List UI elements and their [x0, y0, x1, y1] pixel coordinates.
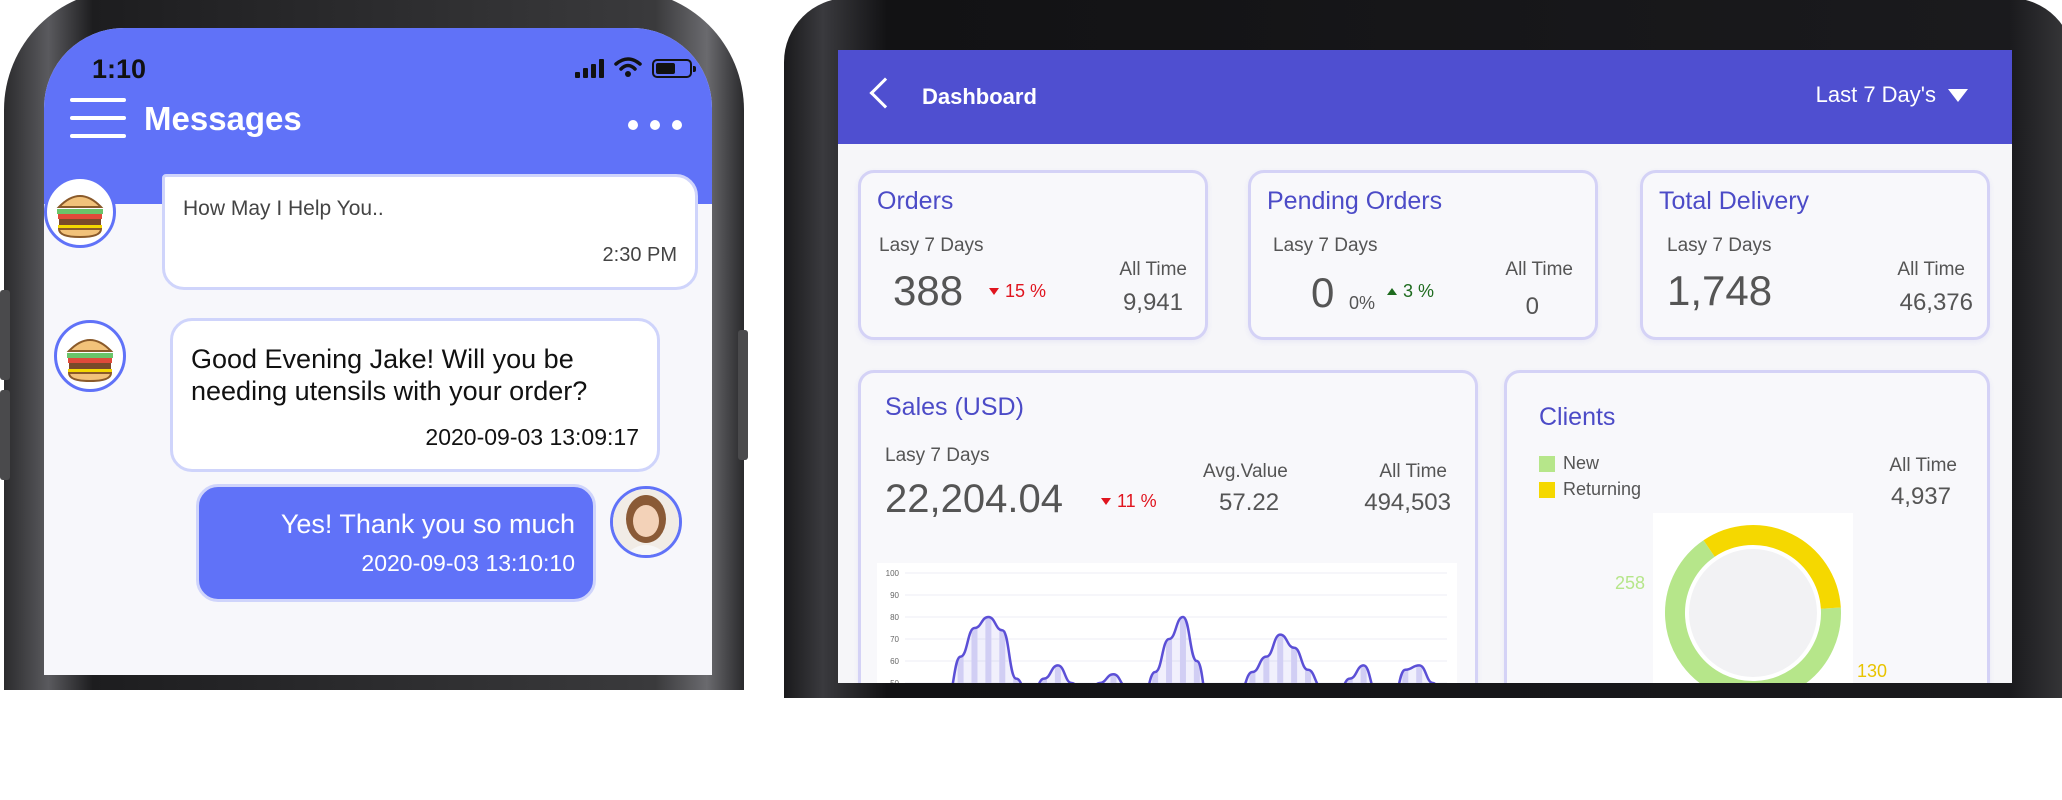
battery-icon [652, 59, 696, 78]
back-icon[interactable] [869, 77, 901, 109]
all-time-value: 494,503 [1364, 489, 1451, 516]
legend-swatch [1539, 455, 1555, 472]
clients-donut-chart [1665, 525, 1841, 683]
card-title: Sales (USD) [885, 393, 1024, 421]
card-title: Orders [877, 187, 954, 215]
trend-value: 11 % [1117, 491, 1157, 511]
donut-container [1653, 513, 1853, 683]
all-time-value: 46,376 [1899, 289, 1973, 316]
message-text: Yes! Thank you so much [280, 509, 575, 539]
legend-new: New [1539, 453, 1599, 474]
message-bubble: Good Evening Jake! Will you be needing u… [170, 318, 660, 472]
dashboard-header: Dashboard Last 7 Day's [838, 50, 2012, 144]
message-time: 2020-09-03 13:09:17 [425, 424, 639, 450]
wifi-icon [614, 57, 642, 77]
period-label: Lasy 7 Days [885, 445, 990, 466]
total-delivery-card: Total Delivery Lasy 7 Days 1,748 All Tim… [1640, 170, 1990, 340]
legend-label: Returning [1563, 479, 1642, 499]
card-title: Pending Orders [1267, 187, 1443, 215]
orders-card: Orders Lasy 7 Days 388 15 % All Time 9,9… [858, 170, 1208, 340]
all-time-value: 9,941 [1122, 289, 1183, 316]
legend-label: New [1563, 453, 1600, 473]
pending-orders-card: Pending Orders Lasy 7 Days 0 0% 3 % All … [1248, 170, 1598, 340]
sales-area-chart: 1009080706050403020100 [877, 563, 1457, 683]
y-tick-label: 60 [890, 657, 899, 666]
avg-label: Avg.Value [1203, 461, 1288, 482]
page-title: Messages [144, 100, 302, 137]
y-tick-label: 100 [886, 569, 900, 578]
message-time: 2:30 PM [602, 244, 677, 266]
trend-down-badge: 11 % [1101, 491, 1157, 512]
card-title: Total Delivery [1659, 187, 1810, 215]
message-time: 2020-09-03 13:10:10 [361, 550, 575, 576]
pending-percent: 0% [1349, 293, 1376, 313]
page-title: Dashboard [922, 84, 1037, 109]
tablet-screen: Dashboard Last 7 Day's Orders Lasy 7 Day… [838, 50, 2012, 683]
trend-value: 15 % [1005, 281, 1047, 301]
message-bubble-outgoing: Yes! Thank you so much 2020-09-03 13:10:… [196, 484, 596, 602]
period-label: Lasy 7 Days [879, 235, 984, 256]
date-range-label: Last 7 Day's [1815, 82, 1936, 107]
trend-up-badge: 3 % [1387, 281, 1434, 302]
more-icon[interactable] [628, 120, 682, 130]
donut-label-returning: 130 [1857, 661, 1888, 681]
message-text: Good Evening Jake! Will you be needing u… [191, 344, 588, 406]
status-icons [575, 56, 696, 78]
all-time-label: All Time [1897, 259, 1965, 280]
delivery-value: 1,748 [1667, 267, 1773, 314]
trend-value: 3 % [1403, 281, 1435, 301]
legend-swatch [1539, 481, 1555, 498]
y-tick-label: 70 [890, 635, 899, 644]
all-time-label: All Time [1505, 259, 1573, 280]
phone-frame: 1:10 Messages How May I Help You.. 2:30 … [0, 0, 748, 690]
tablet-frame: Dashboard Last 7 Day's Orders Lasy 7 Day… [784, 0, 2062, 698]
caret-down-icon [1948, 88, 1968, 102]
volume-button [0, 390, 10, 480]
burger-avatar [54, 320, 126, 392]
y-tick-label: 50 [890, 679, 899, 683]
trend-down-badge: 15 % [989, 281, 1046, 302]
signal-icon [575, 58, 604, 78]
period-label: Lasy 7 Days [1273, 235, 1378, 256]
avg-value: 57.22 [1219, 489, 1280, 516]
legend-returning: Returning [1539, 479, 1641, 500]
pending-value: 0 [1311, 269, 1335, 316]
y-tick-label: 90 [890, 591, 899, 600]
card-title: Clients [1539, 403, 1616, 431]
sales-value: 22,204.04 [885, 477, 1063, 521]
orders-value: 388 [893, 267, 964, 314]
phone-screen: 1:10 Messages How May I Help You.. 2:30 … [44, 28, 712, 675]
period-label: Lasy 7 Days [1667, 235, 1772, 256]
all-time-label: All Time [1889, 455, 1957, 476]
all-time-label: All Time [1379, 461, 1447, 482]
all-time-value: 4,937 [1890, 483, 1951, 510]
message-text: How May I Help You.. [183, 197, 384, 220]
donut-label-new: 258 [1615, 573, 1646, 593]
sales-card: Sales (USD) Lasy 7 Days 22,204.04 11 % A… [858, 370, 1478, 683]
date-range-dropdown[interactable]: Last 7 Day's [1816, 82, 1968, 108]
burger-avatar [44, 176, 116, 248]
y-tick-label: 80 [890, 613, 899, 622]
all-time-label: All Time [1119, 259, 1187, 280]
donut-center [1689, 549, 1817, 677]
menu-icon[interactable] [70, 98, 126, 138]
power-button [738, 330, 748, 460]
user-avatar [610, 486, 682, 558]
message-bubble: How May I Help You.. 2:30 PM [162, 174, 698, 290]
all-time-value: 0 [1525, 293, 1539, 320]
volume-button [0, 290, 10, 380]
status-time: 1:10 [92, 54, 147, 84]
clients-card: Clients New Returning All Time 4,937 258… [1504, 370, 1990, 683]
